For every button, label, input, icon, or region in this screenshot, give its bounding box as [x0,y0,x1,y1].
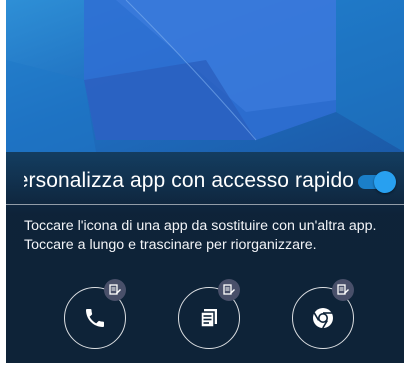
app-slot-chrome[interactable] [292,279,358,349]
app-slot-notes[interactable] [178,279,244,349]
notes-icon [197,306,221,335]
chrome-icon [311,306,335,335]
divider [6,204,404,205]
wallpaper-image [6,0,404,152]
quick-access-panel: Personalizza app con accesso rapido Tocc… [6,152,404,363]
instructions-text: Toccare l'icona di una app da sostituire… [24,217,402,255]
instruction-line: Toccare l'icona di una app da sostituire… [24,218,377,234]
edit-icon[interactable] [218,279,240,301]
panel-title: Personalizza app con accesso rapido [24,169,354,192]
screen: Personalizza app con accesso rapido Tocc… [6,0,404,363]
phone-icon [83,306,107,335]
quick-access-toggle[interactable] [356,171,396,193]
edit-icon[interactable] [332,279,354,301]
edit-icon[interactable] [104,279,126,301]
toggle-thumb [374,171,396,193]
app-slot-phone[interactable] [64,279,130,349]
instruction-line: Toccare a lungo e trascinare per riorgan… [24,237,317,253]
